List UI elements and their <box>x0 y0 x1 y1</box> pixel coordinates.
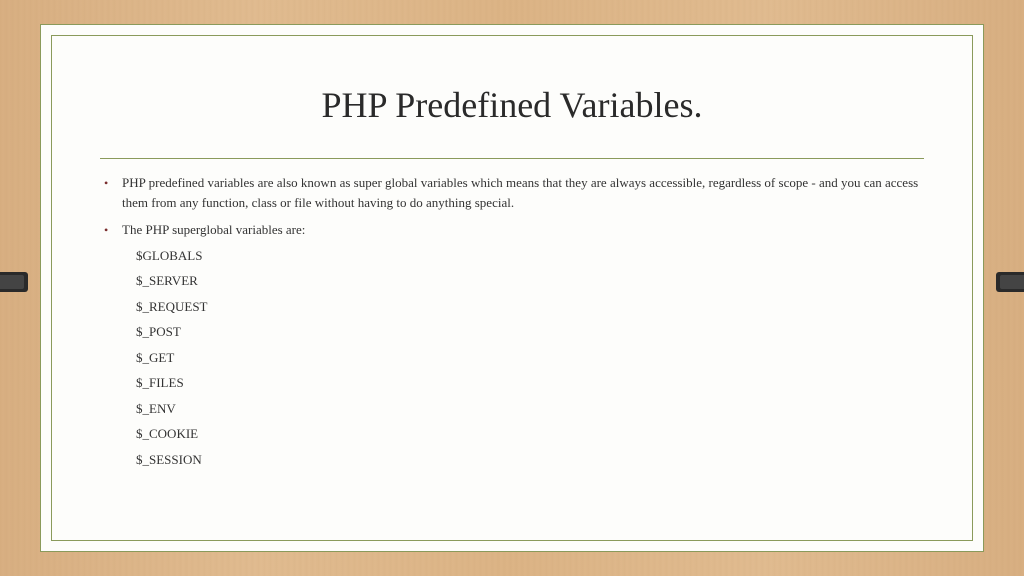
bullet-item: PHP predefined variables are also known … <box>100 173 924 212</box>
bullet-text: PHP predefined variables are also known … <box>122 175 918 210</box>
bullet-list: PHP predefined variables are also known … <box>100 173 924 469</box>
slide-inner-frame: PHP Predefined Variables. PHP predefined… <box>51 35 973 541</box>
sub-item: $_SERVER <box>136 271 924 291</box>
sub-list: $GLOBALS $_SERVER $_REQUEST $_POST $_GET… <box>122 246 924 470</box>
sub-item: $_REQUEST <box>136 297 924 317</box>
slide-outer-frame: PHP Predefined Variables. PHP predefined… <box>40 24 984 552</box>
slide-content: PHP predefined variables are also known … <box>100 173 924 469</box>
sub-item: $_POST <box>136 322 924 342</box>
sub-item: $_SESSION <box>136 450 924 470</box>
sub-item: $GLOBALS <box>136 246 924 266</box>
title-divider <box>100 158 924 159</box>
sub-item: $_COOKIE <box>136 424 924 444</box>
bullet-text: The PHP superglobal variables are: <box>122 222 305 237</box>
sub-item: $_GET <box>136 348 924 368</box>
slide-tab-right <box>996 272 1024 292</box>
sub-item: $_FILES <box>136 373 924 393</box>
slide-title: PHP Predefined Variables. <box>100 84 924 126</box>
sub-item: $_ENV <box>136 399 924 419</box>
slide-tab-left <box>0 272 28 292</box>
bullet-item: The PHP superglobal variables are: $GLOB… <box>100 220 924 469</box>
